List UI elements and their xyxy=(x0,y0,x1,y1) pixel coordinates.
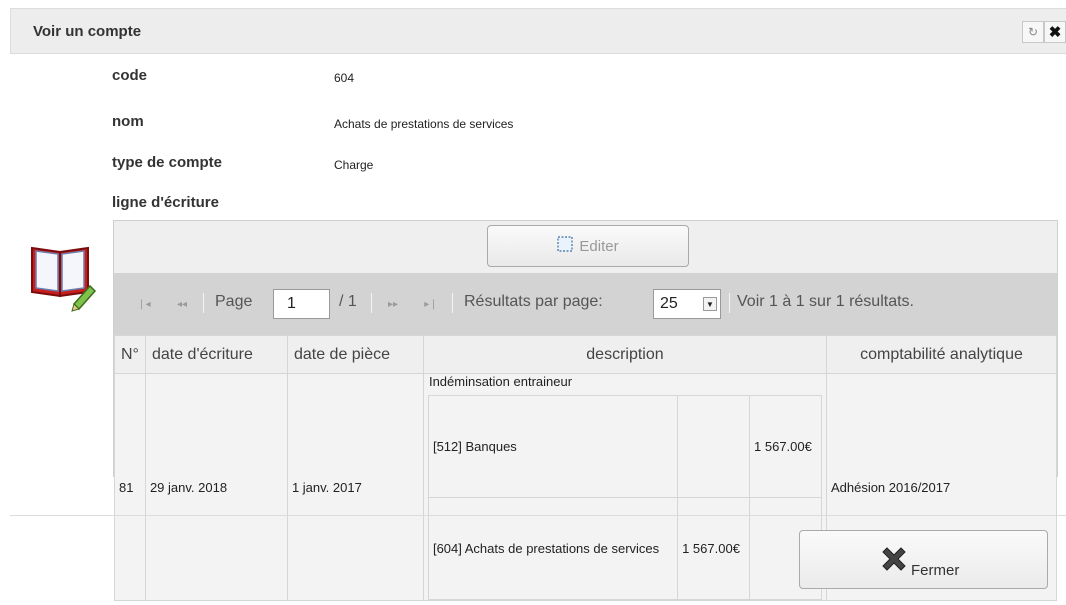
subline-account: [512] Banques xyxy=(427,395,679,498)
pager: ❘◂ ◂◂ Page 1 / 1 ▸▸ ▸❘ Résultats par pag… xyxy=(114,273,1057,335)
dialog-titlebar: Voir un compte ↻ ✖ xyxy=(10,8,1066,54)
subline-debit xyxy=(677,395,751,498)
close-button-label: Fermer xyxy=(911,562,960,579)
next-page-icon[interactable]: ▸▸ xyxy=(382,293,404,315)
lignes-label: ligne d'écriture xyxy=(112,194,219,211)
last-page-icon[interactable]: ▸❘ xyxy=(420,293,442,315)
row-date-ecriture: 29 janv. 2018 xyxy=(144,373,288,601)
row-date-piece: 1 janv. 2017 xyxy=(286,373,424,601)
edit-label: Editer xyxy=(579,237,619,255)
subline-row: [512] Banques 1 567.00€ xyxy=(427,395,822,498)
per-page-label: Résultats par page: xyxy=(464,293,603,310)
edit-button[interactable]: Editer xyxy=(487,225,689,267)
type-label: type de compte xyxy=(112,154,223,171)
footer-divider xyxy=(10,515,1066,516)
refresh-icon[interactable]: ↻ xyxy=(1022,21,1044,43)
nom-label: nom xyxy=(112,113,144,130)
page-total: / 1 xyxy=(339,293,357,310)
row-description-cell: Indéminsation entraineur [512] Banques 1… xyxy=(422,373,827,601)
code-label: code xyxy=(112,67,148,84)
per-page-select[interactable]: 25 ▼ xyxy=(653,289,721,319)
chevron-down-icon: ▼ xyxy=(703,297,717,311)
edit-icon xyxy=(557,236,574,256)
subline-table: [512] Banques 1 567.00€ [604] Achats de … xyxy=(427,395,822,600)
close-x-icon xyxy=(878,543,910,580)
first-page-icon[interactable]: ❘◂ xyxy=(133,293,155,315)
page-label: Page xyxy=(215,293,253,310)
subline-credit: 1 567.00€ xyxy=(749,395,822,498)
close-icon[interactable]: ✖ xyxy=(1044,21,1066,43)
grid-toolbar: Editer xyxy=(114,221,1057,273)
prev-page-icon[interactable]: ◂◂ xyxy=(171,293,193,315)
col-analytique[interactable]: comptabilité analytique xyxy=(825,335,1058,374)
col-date-ecriture[interactable]: date d'écriture xyxy=(144,335,288,374)
close-button[interactable]: Fermer xyxy=(799,530,1048,589)
dialog-title: Voir un compte xyxy=(33,23,142,40)
subline-row: [604] Achats de prestations de services … xyxy=(427,497,822,600)
subline-account: [604] Achats de prestations de services xyxy=(427,497,679,600)
col-description[interactable]: description xyxy=(422,335,827,374)
col-num[interactable]: N° xyxy=(114,335,146,374)
results-summary: Voir 1 à 1 sur 1 résultats. xyxy=(737,293,914,310)
nom-value: Achats de prestations de services xyxy=(334,117,514,131)
per-page-value: 25 xyxy=(660,295,678,312)
col-date-piece[interactable]: date de pièce xyxy=(286,335,424,374)
row-num: 81 xyxy=(114,373,146,601)
subline-debit: 1 567.00€ xyxy=(677,497,751,600)
ecriture-grid: Editer ❘◂ ◂◂ Page 1 / 1 ▸▸ ▸❘ Résultats … xyxy=(113,220,1058,601)
row-description: Indéminsation entraineur xyxy=(428,374,573,389)
type-value: Charge xyxy=(334,158,374,172)
code-value: 604 xyxy=(334,71,355,85)
page-input[interactable]: 1 xyxy=(273,289,330,319)
book-icon xyxy=(26,242,98,317)
